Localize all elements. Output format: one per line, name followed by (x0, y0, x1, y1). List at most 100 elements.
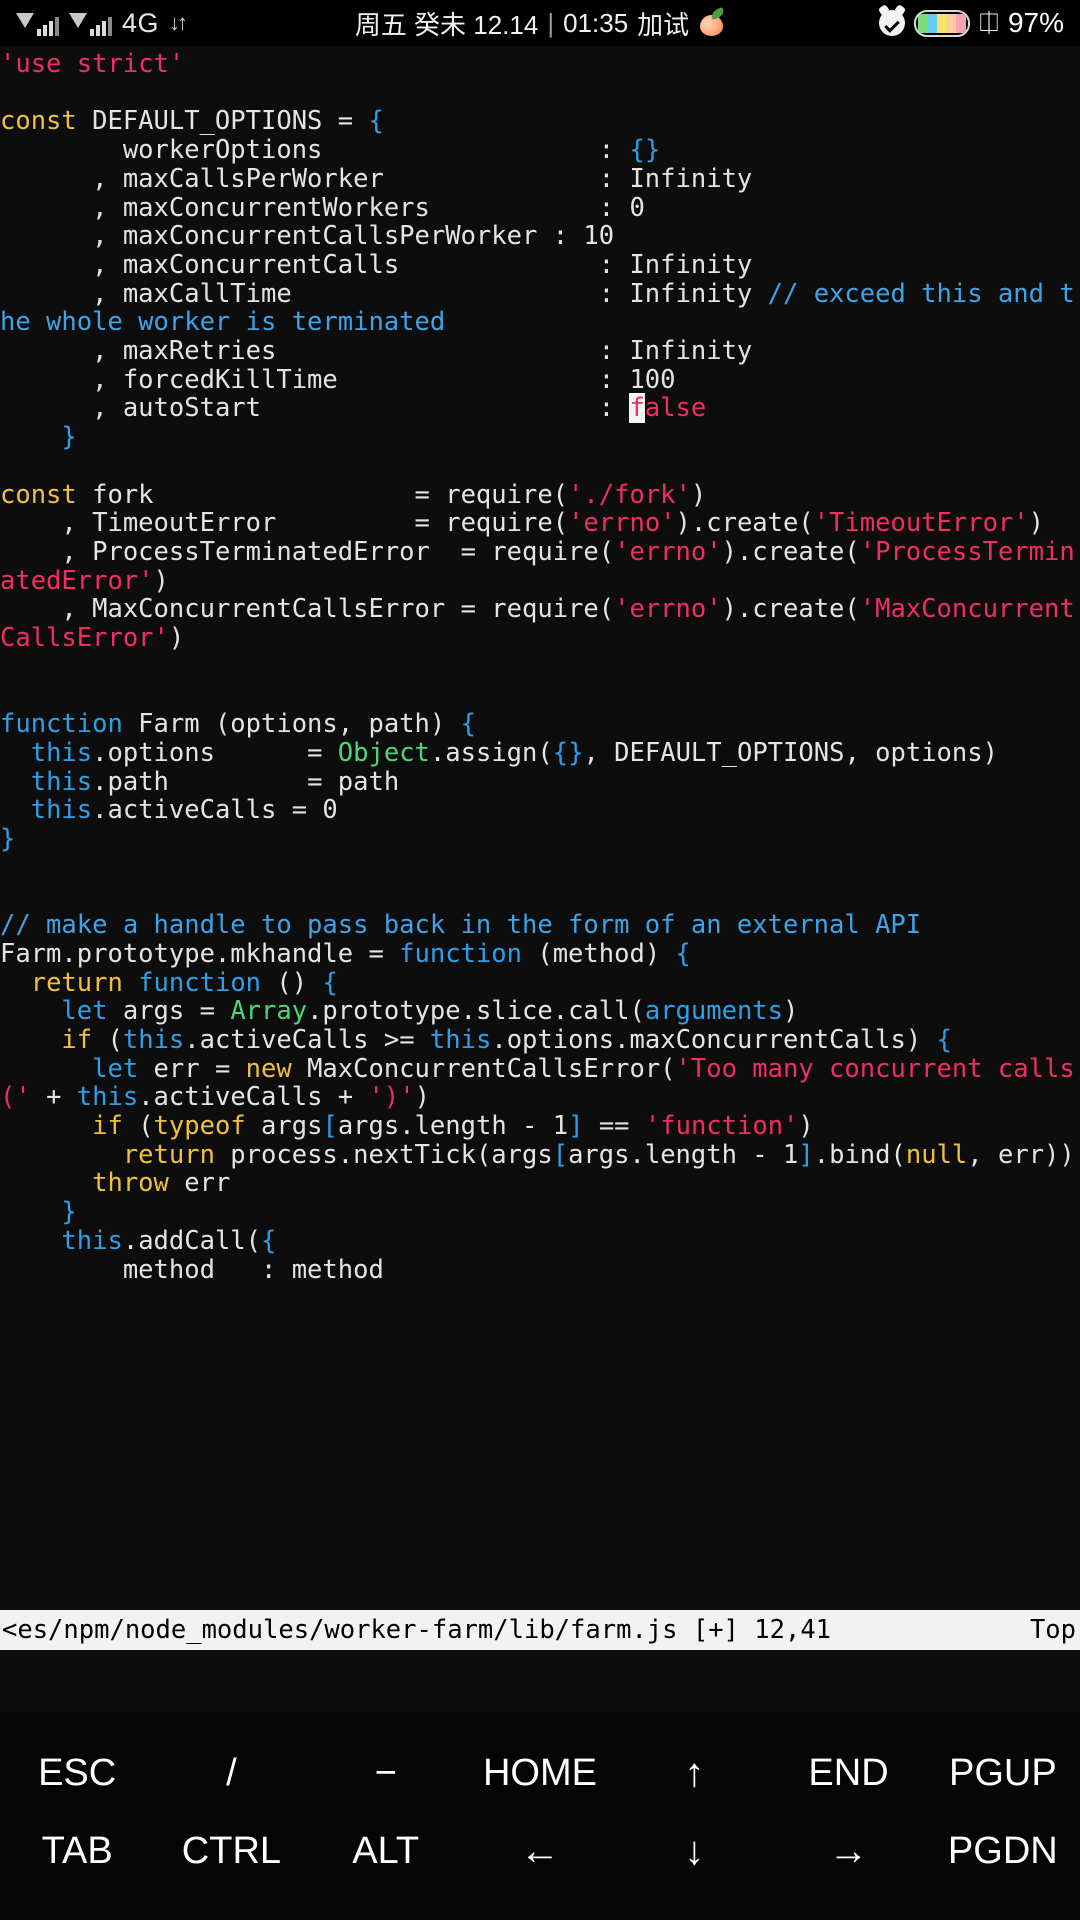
code-line: const DEFAULT_OPTIONS = { (0, 107, 1080, 136)
code-token: './fork' (568, 480, 691, 510)
code-token: == (583, 1111, 644, 1141)
code-token: ] (568, 1111, 583, 1141)
code-line (0, 882, 1080, 911)
key-left[interactable]: ← (463, 1812, 617, 1890)
key-home[interactable]: HOME (463, 1734, 617, 1812)
code-token: , TimeoutError = require( (0, 508, 568, 538)
status-date: 周五 癸未 12.14 (355, 5, 539, 42)
code-line: method : method (0, 1256, 1080, 1285)
code-token: { (676, 939, 691, 969)
code-token: throw (92, 1168, 169, 1198)
keyboard-row-1: ESC/−HOME↑ENDPGUP (0, 1734, 1080, 1812)
key-tab[interactable]: TAB (0, 1812, 154, 1890)
key-down[interactable]: ↓ (617, 1812, 771, 1890)
status-bar-left: 4G ↓↑ (16, 8, 185, 39)
code-token: } (61, 1197, 76, 1227)
code-token: args.length - 1 (568, 1140, 798, 1170)
code-line: } (0, 825, 1080, 854)
code-token: () (261, 968, 322, 998)
soft-keyboard: ESC/−HOME↑ENDPGUP TABCTRLALT←↓→PGDN (0, 1712, 1080, 1920)
code-line: if (typeof args[args.length - 1] == 'fun… (0, 1112, 1080, 1141)
code-line: this.addCall({ (0, 1227, 1080, 1256)
key-right[interactable]: → (771, 1812, 925, 1890)
code-token: } (61, 422, 76, 452)
code-token: if (61, 1025, 92, 1055)
code-token: {} (629, 135, 660, 165)
code-token: this (31, 738, 92, 768)
code-line: , maxConcurrentCallsPerWorker : 10 (0, 222, 1080, 251)
code-token: .addCall( (123, 1226, 261, 1256)
code-token: process.nextTick(args (215, 1140, 553, 1170)
key-esc[interactable]: ESC (0, 1734, 154, 1812)
key-ctrl[interactable]: CTRL (154, 1812, 308, 1890)
code-token: , ProcessTerminatedError = require( (0, 537, 614, 567)
android-status-bar: 4G ↓↑ 周五 癸未 12.14 | 01:35 加试 ⎅ 97% (0, 0, 1080, 46)
key-slash[interactable]: / (154, 1734, 308, 1812)
code-line (0, 681, 1080, 710)
plug-icon: ⎅ (979, 9, 999, 38)
code-line (0, 653, 1080, 682)
code-token: Object (338, 738, 430, 768)
code-token: alse (645, 393, 706, 423)
code-token: let (61, 996, 107, 1026)
code-token: ')' (369, 1082, 415, 1112)
code-line: // make a handle to pass back in the for… (0, 911, 1080, 940)
code-line: return process.nextTick(args[args.length… (0, 1141, 1080, 1170)
code-token: , autoStart : (0, 393, 629, 423)
code-token: Array (230, 996, 307, 1026)
code-line: , maxRetries : Infinity (0, 337, 1080, 366)
code-token: .options.maxConcurrentCalls) (491, 1025, 936, 1055)
code-line (0, 79, 1080, 108)
code-token: , maxCallTime : Infinity (0, 279, 768, 309)
code-token: ) (1029, 508, 1044, 538)
status-file-path: <es/npm/node_modules/worker-farm/lib/far… (2, 1615, 831, 1645)
code-token: ).create( (722, 537, 860, 567)
code-line (0, 854, 1080, 883)
code-token: args (246, 1111, 323, 1141)
key-minus[interactable]: − (309, 1734, 463, 1812)
code-token: ) (691, 480, 706, 510)
code-token: ) (798, 1111, 813, 1141)
code-token: .activeCalls >= (184, 1025, 430, 1055)
code-token (0, 1111, 92, 1141)
code-token: ) (169, 623, 184, 653)
code-token (0, 767, 31, 797)
code-token: .activeCalls + (138, 1082, 368, 1112)
text-cursor: f (629, 393, 644, 423)
code-line: } (0, 1198, 1080, 1227)
code-token: ) (783, 996, 798, 1026)
code-token: { (368, 106, 383, 136)
code-token: ( (123, 1111, 154, 1141)
code-token: ) (154, 566, 169, 596)
code-token: // make a handle to pass back in the for… (0, 910, 921, 940)
key-pgdn[interactable]: PGDN (926, 1812, 1080, 1890)
code-line: let args = Array.prototype.slice.call(ar… (0, 997, 1080, 1026)
code-token: , maxConcurrentCalls : Infinity (0, 250, 752, 280)
code-line: workerOptions : {} (0, 136, 1080, 165)
key-up[interactable]: ↑ (617, 1734, 771, 1812)
code-token: new (246, 1054, 292, 1084)
key-alt[interactable]: ALT (309, 1812, 463, 1890)
code-token: + (31, 1082, 77, 1112)
key-end[interactable]: END (771, 1734, 925, 1812)
code-line: function Farm (options, path) { (0, 710, 1080, 739)
code-token: return (123, 1140, 215, 1170)
status-label: 加试 (637, 5, 689, 42)
code-token: , DEFAULT_OPTIONS, options) (583, 738, 998, 768)
code-token: , err)) (967, 1140, 1074, 1170)
code-line: , forcedKillTime : 100 (0, 366, 1080, 395)
code-line: , TimeoutError = require('errno').create… (0, 509, 1080, 538)
signal-bars-icon-sim2 (69, 10, 112, 36)
code-token: , maxConcurrentCallsPerWorker : 10 (0, 221, 614, 251)
key-pgup[interactable]: PGUP (926, 1734, 1080, 1812)
code-line: this.options = Object.assign({}, DEFAULT… (0, 739, 1080, 768)
code-token: 'function' (645, 1111, 799, 1141)
vim-code-area[interactable]: 'use strict' const DEFAULT_OPTIONS = { w… (0, 46, 1080, 1610)
code-line: } (0, 423, 1080, 452)
code-line: Farm.prototype.mkhandle = function (meth… (0, 940, 1080, 969)
code-token: .path = path (92, 767, 399, 797)
code-token: MaxConcurrentCallsError( (292, 1054, 676, 1084)
code-line: , MaxConcurrentCallsError = require('err… (0, 595, 1080, 652)
data-transfer-arrows-icon: ↓↑ (169, 10, 185, 36)
code-line: return function () { (0, 969, 1080, 998)
